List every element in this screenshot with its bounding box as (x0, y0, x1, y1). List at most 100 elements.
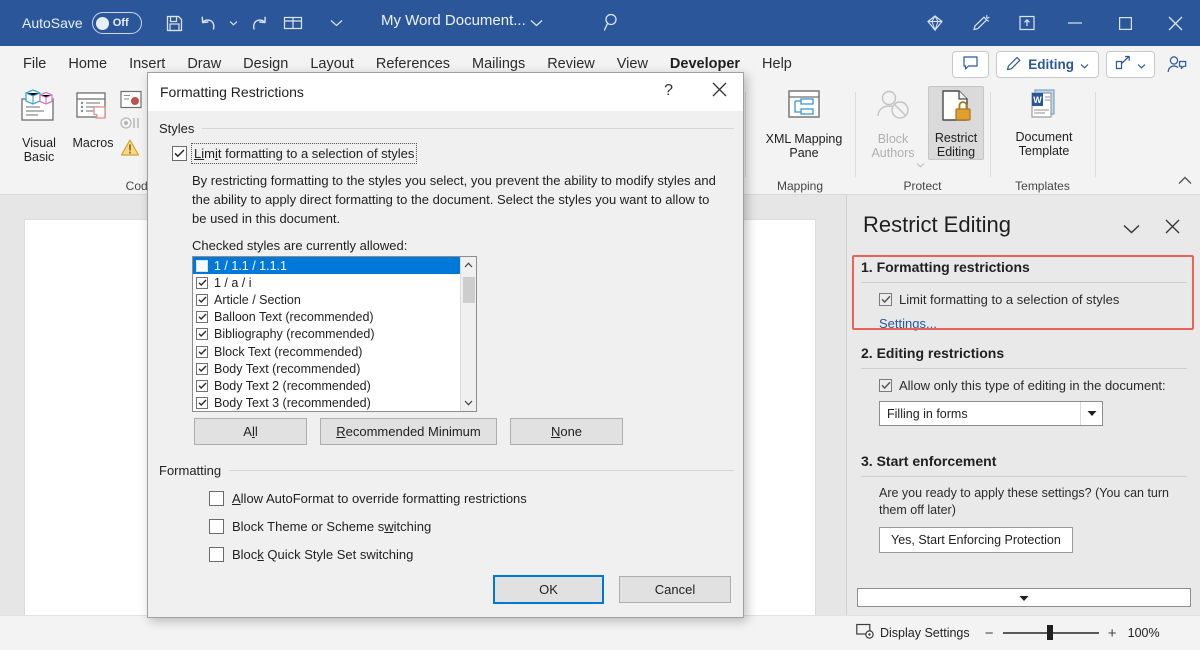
tab-home[interactable]: Home (57, 46, 118, 82)
style-list-item[interactable]: Body Text 2 (recommended) (193, 377, 476, 394)
scroll-down-icon[interactable] (461, 395, 476, 411)
diamond-icon[interactable] (912, 0, 958, 46)
comment-button[interactable] (952, 51, 989, 78)
style-checkbox[interactable] (196, 277, 208, 289)
see-also-bar[interactable] (857, 588, 1191, 607)
help-icon[interactable]: ? (664, 82, 673, 100)
recommended-minimum-button[interactable]: Recommended Minimum (320, 418, 497, 445)
style-list-item[interactable]: Body Text 3 (recommended) (193, 395, 476, 412)
style-checkbox[interactable] (196, 260, 208, 272)
allow-autoformat-checkbox[interactable] (209, 491, 224, 506)
block-theme-checkbox-row[interactable]: Block Theme or Scheme switching (209, 519, 431, 534)
collapse-ribbon-icon[interactable] (1178, 172, 1192, 190)
macro-security-icon[interactable] (120, 138, 144, 163)
block-quick-style-checkbox[interactable] (209, 547, 224, 562)
style-list-item[interactable]: 1 / 1.1 / 1.1.1 (193, 257, 476, 274)
style-checkbox[interactable] (196, 363, 208, 375)
cancel-button[interactable]: Cancel (619, 576, 731, 603)
minimize-icon[interactable] (1050, 0, 1100, 46)
toggle-knob (96, 17, 109, 30)
block-quick-style-checkbox-row[interactable]: Block Quick Style Set switching (209, 547, 413, 562)
allow-editing-checkbox[interactable] (879, 379, 892, 392)
style-checkbox[interactable] (196, 328, 208, 340)
chevron-down-icon[interactable] (1123, 221, 1140, 239)
search-icon[interactable] (603, 12, 623, 37)
style-list-item[interactable]: Body Text (recommended) (193, 360, 476, 377)
style-list-item[interactable]: Balloon Text (recommended) (193, 309, 476, 326)
restrict-editing-button[interactable]: Restrict Editing (928, 86, 984, 160)
pen-highlight-icon[interactable] (958, 0, 1004, 46)
zoom-control[interactable]: − + (984, 625, 1118, 642)
zoom-out-button[interactable]: − (984, 625, 995, 642)
style-checkbox[interactable] (196, 294, 208, 306)
macros-button[interactable]: Macros (62, 88, 124, 150)
style-checkbox[interactable] (196, 397, 208, 409)
tab-file[interactable]: File (12, 46, 57, 82)
maximize-icon[interactable] (1100, 0, 1150, 46)
undo-icon[interactable] (192, 6, 226, 40)
close-icon[interactable] (1165, 219, 1180, 239)
close-icon[interactable] (712, 82, 727, 102)
limit-formatting-checkbox[interactable] (172, 146, 187, 161)
limit-formatting-checkbox[interactable] (879, 293, 892, 306)
scroll-up-icon[interactable] (461, 257, 476, 273)
scrollbar-thumb[interactable] (463, 277, 475, 303)
present-icon[interactable] (1004, 0, 1050, 46)
select-none-styles-button[interactable]: None (510, 418, 623, 445)
pause-recording-icon (120, 116, 146, 135)
ok-button[interactable]: OK (493, 575, 604, 604)
style-list-item[interactable]: Article / Section (193, 291, 476, 308)
editing-mode-button[interactable]: Editing (996, 51, 1099, 78)
zoom-slider[interactable] (1003, 632, 1099, 634)
dialog-description: By restricting formatting to the styles … (192, 171, 722, 228)
style-checkbox[interactable] (196, 346, 208, 358)
autosave-control[interactable]: AutoSave Off (22, 12, 142, 34)
redo-icon[interactable] (242, 6, 276, 40)
autosave-toggle[interactable]: Off (92, 12, 142, 34)
style-list-item[interactable]: Bibliography (recommended) (193, 326, 476, 343)
formatting-settings-link[interactable]: Settings... (879, 316, 937, 331)
group-label-mapping: Mapping (750, 179, 850, 193)
allow-editing-checkbox-row[interactable]: Allow only this type of editing in the d… (879, 377, 1187, 394)
block-authors-caret-icon[interactable] (916, 155, 925, 173)
tab-help[interactable]: Help (751, 46, 803, 82)
styles-scrollbar[interactable] (460, 257, 476, 411)
visual-basic-button[interactable]: Visual Basic (8, 88, 70, 164)
dialog-title-bar: Formatting Restrictions ? (148, 73, 743, 111)
zoom-level-label[interactable]: 100% (1128, 626, 1160, 640)
allowed-styles-listbox[interactable]: 1 / 1.1 / 1.1.1 1 / a / i Article / Sect… (192, 256, 477, 412)
block-authors-button[interactable]: Block Authors (862, 88, 924, 160)
block-theme-checkbox[interactable] (209, 519, 224, 534)
xml-mapping-pane-button[interactable]: XML Mapping Pane (764, 88, 844, 160)
qat-caret-icon[interactable] (320, 6, 354, 40)
style-list-item[interactable]: Block Text (recommended) (193, 343, 476, 360)
document-template-button[interactable]: W Document Template (1009, 88, 1079, 158)
display-settings-button[interactable]: Display Settings (856, 623, 970, 644)
styles-group-header: Styles (159, 121, 734, 136)
chevron-down-icon[interactable] (1080, 402, 1102, 425)
save-icon[interactable] (158, 6, 192, 40)
share-button[interactable] (1106, 51, 1155, 78)
undo-caret-icon[interactable] (226, 6, 242, 40)
restrict-editing-icon (938, 89, 974, 128)
allow-autoformat-checkbox-row[interactable]: Allow AutoFormat to override formatting … (209, 491, 527, 506)
limit-formatting-checkbox-row[interactable]: Limit formatting to a selection of style… (172, 146, 414, 161)
select-all-styles-button[interactable]: All (194, 418, 307, 445)
start-enforcing-protection-button[interactable]: Yes, Start Enforcing Protection (879, 527, 1073, 553)
document-title[interactable]: My Word Document... (381, 12, 526, 29)
visual-basic-icon (18, 88, 60, 133)
document-template-icon: W (1026, 88, 1062, 127)
style-checkbox[interactable] (196, 311, 208, 323)
zoom-in-button[interactable]: + (1107, 625, 1118, 642)
limit-formatting-checkbox-row[interactable]: Limit formatting to a selection of style… (879, 291, 1187, 308)
zoom-slider-handle[interactable] (1047, 625, 1053, 640)
editing-type-dropdown[interactable]: Filling in forms (879, 401, 1103, 426)
document-template-label: Document Template (1009, 130, 1079, 158)
style-list-item[interactable]: 1 / a / i (193, 274, 476, 291)
record-macro-icon[interactable] (120, 90, 144, 115)
share-person-icon[interactable] (1162, 51, 1192, 78)
style-checkbox[interactable] (196, 380, 208, 392)
document-title-caret-icon[interactable] (530, 14, 543, 32)
table-icon[interactable] (276, 6, 310, 40)
close-icon[interactable] (1150, 0, 1200, 46)
